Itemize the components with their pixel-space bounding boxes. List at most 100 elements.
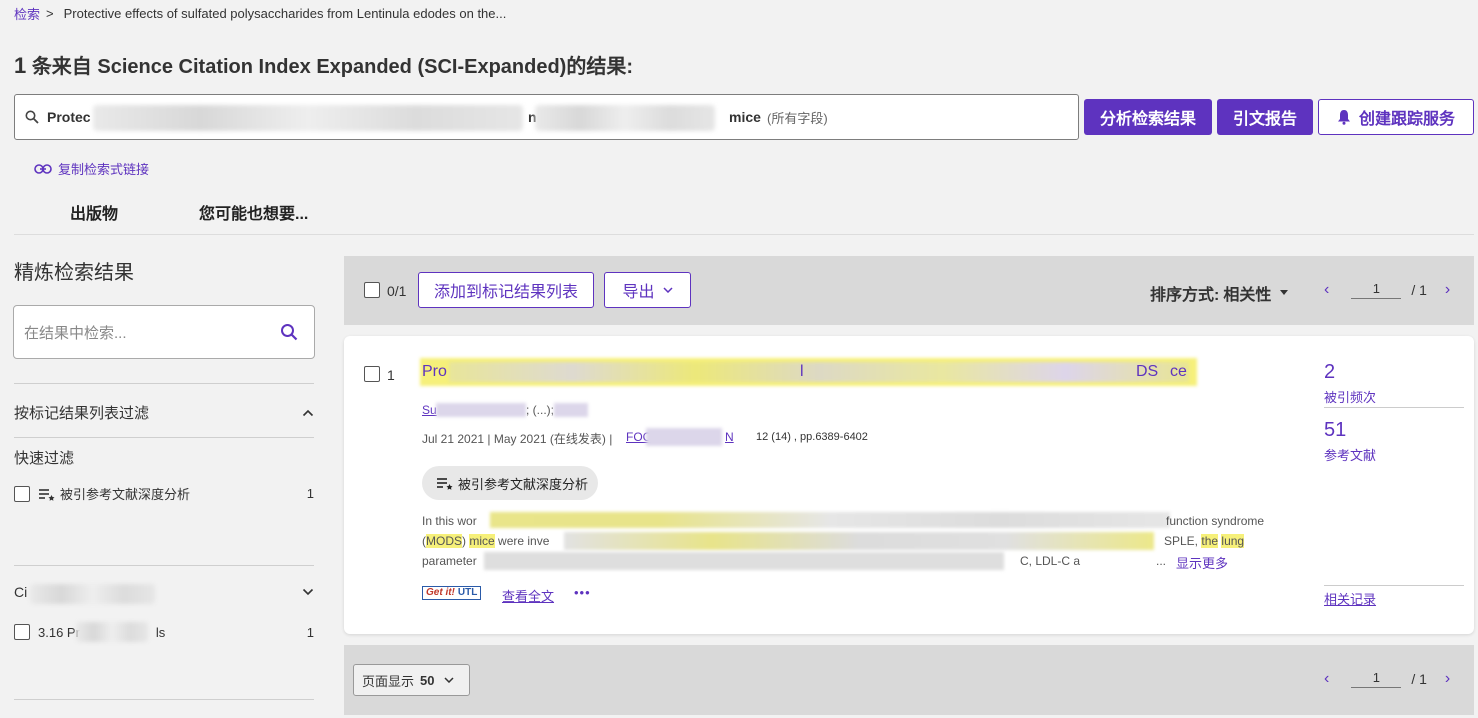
per-page-dropdown[interactable]: 页面显示 50 bbox=[353, 664, 470, 696]
pagination-bottom: ‹ 1 / 1 › bbox=[1324, 670, 1450, 688]
get-it-utl-button[interactable]: Get it! UTL bbox=[422, 586, 482, 600]
quick-filter-item[interactable]: 被引参考文献深度分析 1 bbox=[14, 484, 314, 503]
sort-dropdown[interactable]: 排序方式: 相关性 bbox=[1150, 281, 1289, 305]
add-to-marked-list-button[interactable]: 添加到标记结果列表 bbox=[418, 272, 594, 308]
list-star-icon bbox=[39, 488, 55, 501]
copy-query-link-label: 复制检索式链接 bbox=[58, 162, 150, 177]
result-record: 1 Pro l DS ce Su ; (...); Jul 21 2021 | … bbox=[344, 336, 1474, 634]
quick-filter-count: 1 bbox=[306, 486, 314, 501]
references-count[interactable]: 51 bbox=[1324, 419, 1346, 442]
record-title-end[interactable]: ce bbox=[1170, 363, 1187, 381]
redacted-authors bbox=[436, 403, 526, 417]
create-alert-button[interactable]: 创建跟踪服务 bbox=[1318, 99, 1474, 135]
redacted-query bbox=[93, 105, 523, 131]
record-title-start[interactable]: Pro bbox=[422, 363, 447, 381]
abstract-line2: (MODS) mice were inve bbox=[422, 534, 549, 548]
record-title-mid1[interactable]: l bbox=[800, 363, 804, 381]
refine-search-input[interactable]: 在结果中检索... bbox=[13, 305, 315, 359]
category-filter-item[interactable]: 3.16 Pr ls 1 bbox=[14, 624, 314, 640]
abstract-line3-end: C, LDL-C a bbox=[1020, 554, 1081, 568]
redacted-abstract bbox=[484, 552, 1004, 570]
abstract-ellipsis: ... bbox=[1156, 554, 1167, 568]
abstract-line1-end: function syndrome bbox=[1166, 514, 1265, 528]
category-filter-label-start: 3.16 Pr bbox=[38, 624, 80, 640]
search-query-box[interactable]: Protec n f mice (所有字段) bbox=[14, 94, 1079, 140]
bottom-toolbar: 页面显示 50 ‹ 1 / 1 › bbox=[344, 645, 1474, 715]
bell-icon bbox=[1337, 110, 1350, 125]
divider bbox=[14, 437, 314, 438]
deep-analysis-label: 被引参考文献深度分析 bbox=[458, 476, 589, 492]
record-authors-start[interactable]: Su bbox=[422, 403, 437, 417]
redacted-text bbox=[76, 622, 148, 642]
tab-publications[interactable]: 出版物 bbox=[70, 200, 118, 224]
abstract-line1-start: In this wor bbox=[422, 514, 477, 528]
prev-page-icon[interactable]: ‹ bbox=[1324, 281, 1329, 299]
page-input[interactable]: 1 bbox=[1351, 670, 1402, 688]
full-text-link[interactable]: 查看全文 bbox=[502, 586, 554, 605]
redacted-abstract bbox=[564, 532, 1154, 550]
chevron-down-icon bbox=[444, 677, 455, 683]
record-dates: Jul 21 2021 | May 2021 (在线发表) | bbox=[422, 432, 613, 446]
related-records-link[interactable]: 相关记录 bbox=[1324, 589, 1376, 608]
results-toolbar: 0/1 添加到标记结果列表 导出 排序方式: 相关性 ‹ 1 / 1 › bbox=[344, 256, 1474, 325]
analyze-results-button[interactable]: 分析检索结果 bbox=[1084, 99, 1212, 135]
abstract-line2-end: SPLE, the lung bbox=[1164, 534, 1245, 548]
quick-filter-label: 被引参考文献深度分析 bbox=[60, 487, 191, 502]
record-authors-mid: ; (...); bbox=[526, 403, 554, 417]
breadcrumb-search-link[interactable]: 检索 bbox=[14, 4, 40, 23]
references-label: 参考文献 bbox=[1324, 448, 1377, 463]
times-cited-label: 被引频次 bbox=[1324, 390, 1377, 405]
category-filter-checkbox[interactable] bbox=[14, 624, 30, 640]
get-it-label: Get it! bbox=[426, 587, 455, 598]
record-checkbox[interactable] bbox=[364, 366, 380, 382]
per-page-label: 页面显示 bbox=[362, 673, 415, 689]
create-alert-label: 创建跟踪服务 bbox=[1358, 111, 1455, 128]
chevron-down-icon[interactable] bbox=[302, 588, 314, 596]
record-index: 1 bbox=[387, 367, 395, 383]
sort-label: 排序方式: bbox=[1150, 287, 1220, 304]
quick-filter-checkbox[interactable] bbox=[14, 485, 30, 502]
show-more-link[interactable]: 显示更多 bbox=[1176, 553, 1228, 572]
get-it-org: UTL bbox=[457, 587, 478, 598]
abstract-line3-start: parameter bbox=[422, 554, 477, 568]
select-all-checkbox[interactable] bbox=[364, 282, 380, 298]
redacted-abstract bbox=[490, 512, 1170, 528]
highlight-mods: MODS bbox=[426, 534, 462, 548]
export-label: 导出 bbox=[622, 284, 655, 301]
copy-query-link[interactable]: 复制检索式链接 bbox=[34, 159, 149, 178]
record-title-mid2[interactable]: DS bbox=[1136, 363, 1158, 381]
next-page-icon[interactable]: › bbox=[1445, 281, 1450, 299]
abstract-paren-close: ) bbox=[462, 534, 466, 548]
deep-analysis-button[interactable]: 被引参考文献深度分析 bbox=[422, 466, 598, 500]
prev-page-icon[interactable]: ‹ bbox=[1324, 670, 1329, 688]
times-cited-count[interactable]: 2 bbox=[1324, 361, 1335, 384]
citation-report-button[interactable]: 引文报告 bbox=[1217, 99, 1313, 135]
search-icon[interactable] bbox=[280, 323, 298, 341]
more-options-icon[interactable]: ••• bbox=[574, 585, 591, 600]
category-filter-label-end: ls bbox=[155, 624, 166, 640]
category-filter-count: 1 bbox=[306, 624, 314, 640]
chevron-down-icon bbox=[662, 287, 673, 293]
record-journal-end[interactable]: N bbox=[725, 430, 734, 444]
page-input[interactable]: 1 bbox=[1351, 281, 1402, 299]
total-pages: / 1 bbox=[1411, 282, 1427, 298]
tabs-divider bbox=[14, 234, 1474, 235]
highlight-lung: lung bbox=[1221, 534, 1245, 548]
query-text-start: Protec bbox=[47, 109, 91, 125]
marked-list-filter-header[interactable]: 按标记结果列表过滤 bbox=[14, 402, 314, 423]
export-button[interactable]: 导出 bbox=[604, 272, 691, 308]
tab-you-may-also-like[interactable]: 您可能也想要... bbox=[199, 200, 308, 224]
divider bbox=[14, 383, 314, 384]
abstract-line2-text: were inve bbox=[498, 534, 550, 548]
metrics-divider bbox=[1324, 585, 1464, 586]
redacted-title bbox=[449, 362, 1189, 382]
chevron-up-icon[interactable] bbox=[302, 409, 314, 417]
pagination-top: ‹ 1 / 1 › bbox=[1324, 281, 1450, 299]
selected-count: 0/1 bbox=[387, 283, 407, 299]
page-title: 1 条来自 Science Citation Index Expanded (S… bbox=[14, 50, 633, 79]
query-text-end: mice bbox=[729, 109, 761, 125]
next-page-icon[interactable]: › bbox=[1445, 670, 1450, 688]
total-pages: / 1 bbox=[1411, 671, 1427, 687]
highlight-mice: mice bbox=[469, 534, 495, 548]
search-icon bbox=[25, 110, 39, 124]
